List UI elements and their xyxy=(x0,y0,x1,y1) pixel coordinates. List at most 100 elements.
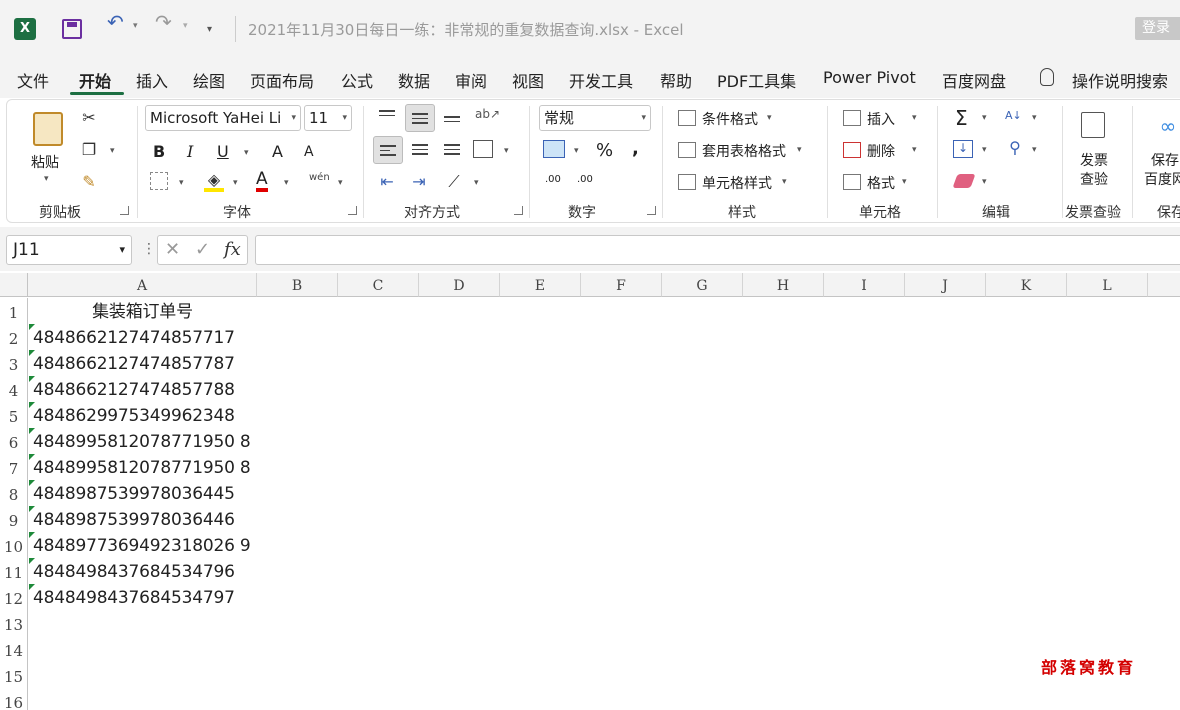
column-header-k[interactable]: K xyxy=(986,273,1067,297)
percent-style-button[interactable]: % xyxy=(596,140,613,161)
text-direction-dropdown-icon[interactable]: ▾ xyxy=(474,178,479,188)
decrease-indent-icon[interactable]: ⇤ xyxy=(377,172,397,191)
font-color-button[interactable]: A xyxy=(256,170,268,192)
invoice-check-icon[interactable] xyxy=(1081,112,1105,138)
comma-style-button[interactable]: , xyxy=(632,138,639,159)
merge-center-icon[interactable] xyxy=(473,140,493,158)
row-header[interactable]: 4 xyxy=(0,376,28,402)
column-header-e[interactable]: E xyxy=(500,273,581,297)
row-header[interactable]: 11 xyxy=(0,558,28,584)
number-launcher-icon[interactable] xyxy=(647,206,656,215)
number-format-combo[interactable]: 常规 ▾ xyxy=(539,105,651,131)
column-header-j[interactable]: J xyxy=(905,273,986,297)
delete-cells-icon[interactable] xyxy=(843,142,861,158)
row-header[interactable]: 13 xyxy=(0,610,28,636)
increase-decimal-button[interactable]: .00 xyxy=(545,174,561,185)
row-header[interactable]: 15 xyxy=(0,662,28,688)
baidu-save-icon[interactable]: ∞ xyxy=(1157,114,1179,138)
align-left-button[interactable] xyxy=(373,136,403,164)
insert-cells-button[interactable]: 插入 xyxy=(867,109,895,129)
align-center-icon[interactable] xyxy=(412,144,428,158)
redo-icon[interactable]: ↷ xyxy=(155,8,172,36)
tab-baidu-netdisk[interactable]: 百度网盘 xyxy=(942,68,1006,92)
login-button[interactable]: 登录 xyxy=(1135,17,1180,40)
find-select-icon[interactable]: ⚲ xyxy=(1005,138,1025,157)
delete-cells-dropdown-icon[interactable]: ▾ xyxy=(912,145,917,155)
merge-dropdown-icon[interactable]: ▾ xyxy=(504,146,509,156)
column-header-a[interactable]: A xyxy=(28,273,257,297)
copy-dropdown-icon[interactable]: ▾ xyxy=(110,146,115,156)
column-header-b[interactable]: B xyxy=(257,273,338,297)
insert-cells-dropdown-icon[interactable]: ▾ xyxy=(912,113,917,123)
tell-me-search[interactable]: 操作说明搜索 xyxy=(1072,68,1168,92)
font-name-combo[interactable]: Microsoft YaHei Li ▾ xyxy=(145,105,301,131)
delete-cells-button[interactable]: 删除 xyxy=(867,141,895,161)
align-top-icon[interactable] xyxy=(379,110,395,119)
insert-function-icon[interactable]: fx xyxy=(224,239,241,260)
fill-icon[interactable]: ↓ xyxy=(953,140,973,158)
text-direction-icon[interactable]: ⟋ xyxy=(444,172,464,192)
format-as-table-button[interactable]: 套用表格格式 xyxy=(702,141,786,161)
row-header[interactable]: 2 xyxy=(0,324,28,350)
format-cells-dropdown-icon[interactable]: ▾ xyxy=(902,177,907,187)
clear-icon[interactable] xyxy=(952,174,976,188)
cell-a3[interactable]: 4848662127474857787 xyxy=(29,350,235,376)
tab-draw[interactable]: 绘图 xyxy=(193,68,225,92)
underline-dropdown-icon[interactable]: ▾ xyxy=(244,148,249,158)
tab-pdf-tools[interactable]: PDF工具集 xyxy=(717,68,796,92)
row-header[interactable]: 10 xyxy=(0,532,28,558)
conditional-format-icon[interactable] xyxy=(678,110,696,126)
alignment-launcher-icon[interactable] xyxy=(514,206,523,215)
sort-filter-dropdown-icon[interactable]: ▾ xyxy=(1032,113,1037,123)
shrink-font-button[interactable]: A xyxy=(304,144,314,160)
find-select-dropdown-icon[interactable]: ▾ xyxy=(1032,145,1037,155)
tab-view[interactable]: 视图 xyxy=(512,68,544,92)
align-right-icon[interactable] xyxy=(444,144,460,158)
baidu-save-label-1[interactable]: 保存 xyxy=(1151,150,1179,170)
accounting-format-icon[interactable] xyxy=(543,140,565,158)
tab-file[interactable]: 文件 xyxy=(17,68,49,92)
customize-quick-access-icon[interactable]: ▾ xyxy=(207,16,212,44)
column-header-m[interactable] xyxy=(1148,273,1180,297)
column-header-h[interactable]: H xyxy=(743,273,824,297)
column-header-c[interactable]: C xyxy=(338,273,419,297)
select-all-corner[interactable] xyxy=(0,273,28,297)
cell-a7[interactable]: 4848995812078771950 8 xyxy=(29,454,251,480)
borders-dropdown-icon[interactable]: ▾ xyxy=(179,178,184,188)
cell-a1-header[interactable]: 集装箱订单号 xyxy=(29,298,256,324)
cancel-icon[interactable]: ✕ xyxy=(165,239,180,260)
cell-a4[interactable]: 4848662127474857788 xyxy=(29,376,235,402)
lightbulb-icon[interactable] xyxy=(1040,68,1054,86)
row-header[interactable]: 6 xyxy=(0,428,28,454)
column-header-i[interactable]: I xyxy=(824,273,905,297)
invoice-check-label-1[interactable]: 发票 xyxy=(1080,150,1108,170)
font-name-dropdown-icon[interactable]: ▾ xyxy=(291,106,296,130)
conditional-format-dropdown-icon[interactable]: ▾ xyxy=(767,113,772,123)
tab-home[interactable]: 开始 xyxy=(79,68,111,92)
tab-power-pivot[interactable]: Power Pivot xyxy=(823,68,916,87)
row-header[interactable]: 16 xyxy=(0,688,28,710)
font-launcher-icon[interactable] xyxy=(348,206,357,215)
autosum-dropdown-icon[interactable]: ▾ xyxy=(982,113,987,123)
row-header[interactable]: 3 xyxy=(0,350,28,376)
conditional-format-button[interactable]: 条件格式 xyxy=(702,109,758,129)
decrease-decimal-button[interactable]: .00 xyxy=(577,174,593,185)
save-icon[interactable] xyxy=(62,19,82,39)
row-header[interactable]: 14 xyxy=(0,636,28,662)
column-header-d[interactable]: D xyxy=(419,273,500,297)
fill-dropdown-icon[interactable]: ▾ xyxy=(982,145,987,155)
cell-a6[interactable]: 4848995812078771950 8 xyxy=(29,428,251,454)
enter-icon[interactable]: ✓ xyxy=(195,239,210,260)
paste-dropdown-icon[interactable]: ▾ xyxy=(44,174,49,184)
format-as-table-dropdown-icon[interactable]: ▾ xyxy=(797,145,802,155)
baidu-save-label-2[interactable]: 百度网 xyxy=(1144,169,1180,189)
font-size-dropdown-icon[interactable]: ▾ xyxy=(342,106,347,130)
name-box-dropdown-icon[interactable]: ▾ xyxy=(119,236,125,264)
fill-color-icon[interactable]: ◈ xyxy=(204,170,224,192)
italic-button[interactable]: I xyxy=(187,142,193,161)
clipboard-launcher-icon[interactable] xyxy=(120,206,129,215)
tab-developer[interactable]: 开发工具 xyxy=(569,68,633,92)
formula-bar-grip-icon[interactable]: ⋮ xyxy=(142,241,156,257)
name-box[interactable]: J11 ▾ xyxy=(6,235,132,265)
cell-a8[interactable]: 4848987539978036445 xyxy=(29,480,235,506)
